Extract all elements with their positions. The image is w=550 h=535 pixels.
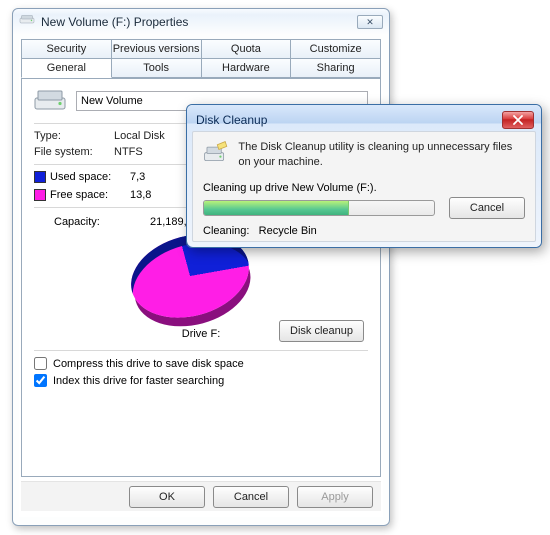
drive-icon-large xyxy=(34,89,66,113)
tab-tools[interactable]: Tools xyxy=(111,58,202,78)
tab-general[interactable]: General xyxy=(21,58,112,78)
titlebar[interactable]: New Volume (F:) Properties ✕ xyxy=(13,9,389,35)
tab-hardware[interactable]: Hardware xyxy=(201,58,292,78)
close-button[interactable]: ✕ xyxy=(357,15,383,29)
compress-checkbox-row[interactable]: Compress this drive to save disk space xyxy=(34,357,368,370)
cleanup-cancel-button[interactable]: Cancel xyxy=(449,197,525,219)
tab-customize[interactable]: Customize xyxy=(290,39,381,59)
detail-label: Cleaning: xyxy=(203,225,249,237)
tab-sharing[interactable]: Sharing xyxy=(290,58,381,78)
cleanup-message: The Disk Cleanup utility is cleaning up … xyxy=(238,140,525,172)
detail-value: Recycle Bin xyxy=(259,225,317,237)
progress-bar xyxy=(203,200,435,216)
free-label: Free space: xyxy=(50,189,130,201)
disk-cleanup-button[interactable]: Disk cleanup xyxy=(279,320,364,342)
capacity-label: Capacity: xyxy=(54,216,150,228)
titlebar[interactable]: Disk Cleanup xyxy=(192,110,536,130)
index-checkbox-row[interactable]: Index this drive for faster searching xyxy=(34,374,368,387)
index-checkbox[interactable] xyxy=(34,374,47,387)
compress-label: Compress this drive to save disk space xyxy=(53,358,244,370)
tab-strip: Security Previous versions Quota Customi… xyxy=(19,39,383,79)
type-label: Type: xyxy=(34,130,114,142)
usage-pie-chart: Drive F: Disk cleanup xyxy=(34,234,368,344)
close-button[interactable] xyxy=(502,111,534,129)
fs-label: File system: xyxy=(34,146,114,158)
used-label: Used space: xyxy=(50,171,130,183)
disk-cleanup-dialog: Disk Cleanup The Disk Cleanup utility is… xyxy=(186,104,542,248)
free-swatch xyxy=(34,189,46,201)
tab-security[interactable]: Security xyxy=(21,39,112,59)
window-title: New Volume (F:) Properties xyxy=(41,15,357,29)
tab-previous-versions[interactable]: Previous versions xyxy=(111,39,202,59)
apply-button[interactable]: Apply xyxy=(297,486,373,508)
compress-checkbox[interactable] xyxy=(34,357,47,370)
progress-label: Cleaning up drive New Volume (F:). xyxy=(203,182,525,194)
cleanup-icon xyxy=(203,140,228,172)
drive-icon xyxy=(19,14,35,30)
tab-quota[interactable]: Quota xyxy=(201,39,292,59)
dialog-title: Disk Cleanup xyxy=(196,113,502,127)
ok-button[interactable]: OK xyxy=(129,486,205,508)
properties-window: New Volume (F:) Properties ✕ Security Pr… xyxy=(12,8,390,526)
index-label: Index this drive for faster searching xyxy=(53,375,224,387)
dialog-button-bar: OK Cancel Apply xyxy=(21,481,381,511)
cancel-button[interactable]: Cancel xyxy=(213,486,289,508)
used-swatch xyxy=(34,171,46,183)
